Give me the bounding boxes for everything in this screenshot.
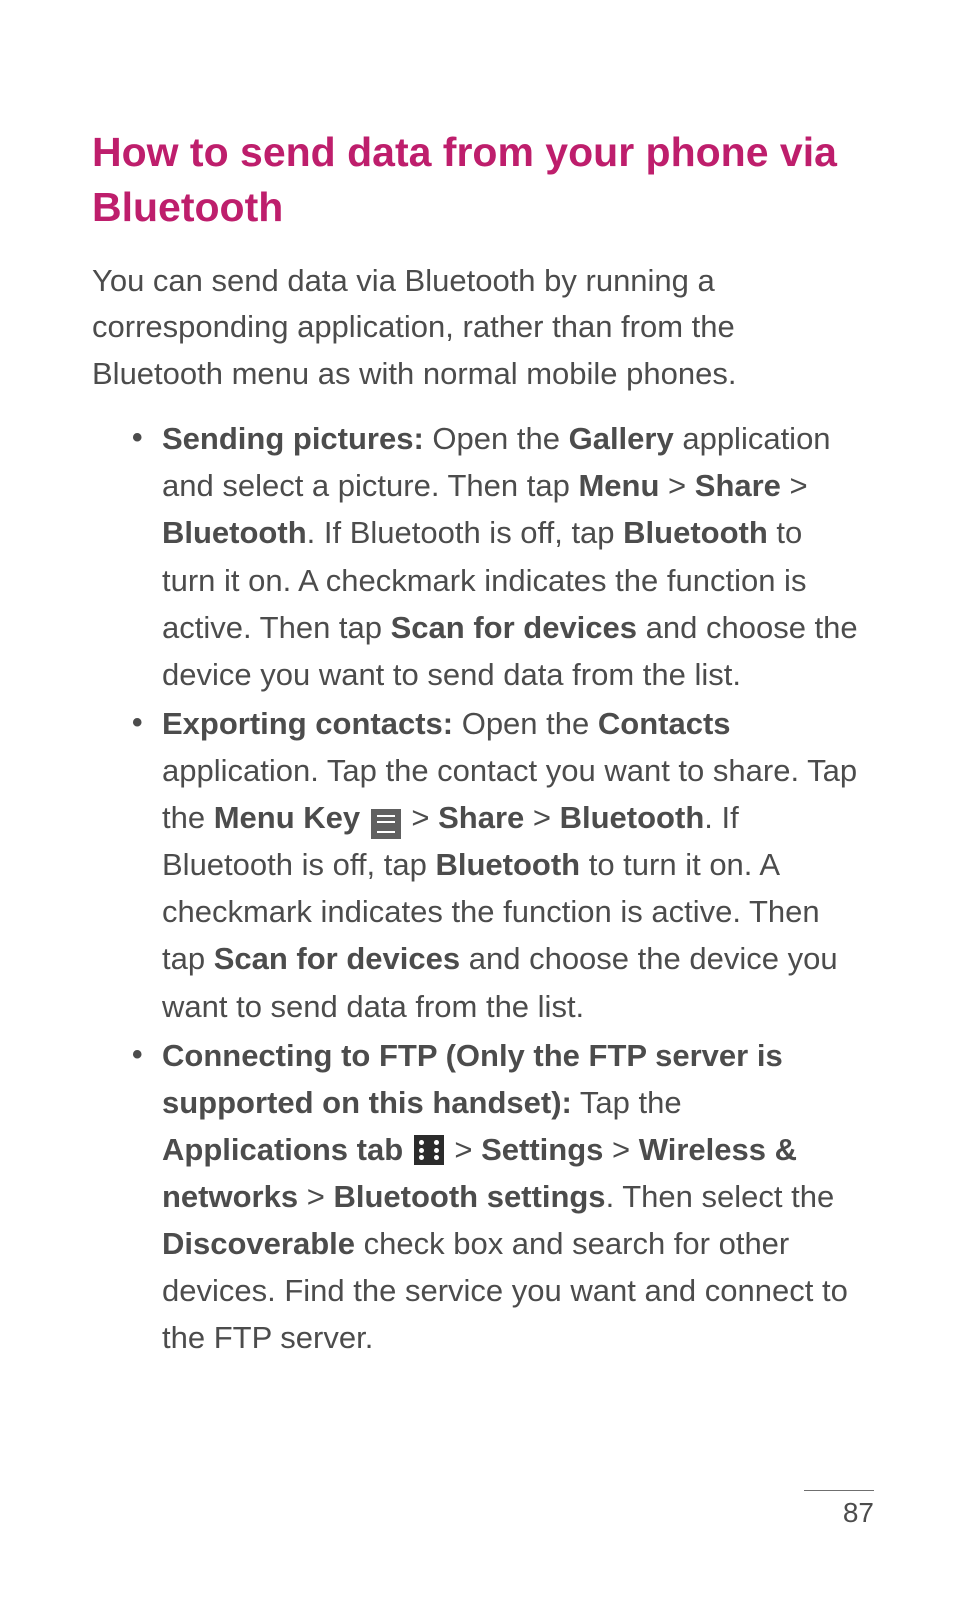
section-title: How to send data from your phone via Blu… — [92, 125, 864, 236]
manual-page: How to send data from your phone via Blu… — [0, 0, 954, 1621]
ui-label: Menu Key — [214, 800, 360, 835]
ui-label: Bluetooth — [623, 515, 768, 550]
page-footer: 87 — [804, 1490, 874, 1529]
text: > — [781, 468, 808, 503]
ui-label: Share — [438, 800, 524, 835]
ui-label: Menu — [578, 468, 659, 503]
item-lead: Exporting contacts: — [162, 706, 453, 741]
ui-label: Gallery — [569, 421, 674, 456]
text: > — [603, 1132, 638, 1167]
ui-label: Share — [695, 468, 781, 503]
text: > — [446, 1132, 481, 1167]
ui-label: Applications tab — [162, 1132, 403, 1167]
ui-label: Bluetooth — [560, 800, 705, 835]
ui-label: Bluetooth — [435, 847, 580, 882]
text: . If Bluetooth is off, tap — [307, 515, 624, 550]
instruction-list: Sending pictures: Open the Gallery appli… — [92, 415, 864, 1361]
menu-key-icon — [371, 809, 401, 839]
ui-label: Scan for devices — [391, 610, 637, 645]
ui-label: Settings — [481, 1132, 603, 1167]
text: Open the — [453, 706, 598, 741]
ui-label: Contacts — [598, 706, 731, 741]
ui-label: Bluetooth settings — [333, 1179, 605, 1214]
applications-tab-icon — [414, 1135, 444, 1165]
list-item: Exporting contacts: Open the Contacts ap… — [162, 700, 864, 1030]
item-lead: Sending pictures: — [162, 421, 424, 456]
footer-rule — [804, 1490, 874, 1491]
page-number: 87 — [804, 1497, 874, 1529]
text: > — [298, 1179, 333, 1214]
text: Open the — [424, 421, 569, 456]
ui-label: Scan for devices — [214, 941, 460, 976]
text: > — [403, 800, 438, 835]
list-item: Sending pictures: Open the Gallery appli… — [162, 415, 864, 698]
text: Tap the — [572, 1085, 682, 1120]
ui-label: Bluetooth — [162, 515, 307, 550]
text: > — [659, 468, 694, 503]
item-lead: Connecting to FTP (Only the FTP server i… — [162, 1038, 783, 1120]
ui-label: Discoverable — [162, 1226, 355, 1261]
list-item: Connecting to FTP (Only the FTP server i… — [162, 1032, 864, 1362]
text: . Then select the — [606, 1179, 835, 1214]
intro-paragraph: You can send data via Bluetooth by runni… — [92, 258, 864, 398]
text: > — [524, 800, 559, 835]
